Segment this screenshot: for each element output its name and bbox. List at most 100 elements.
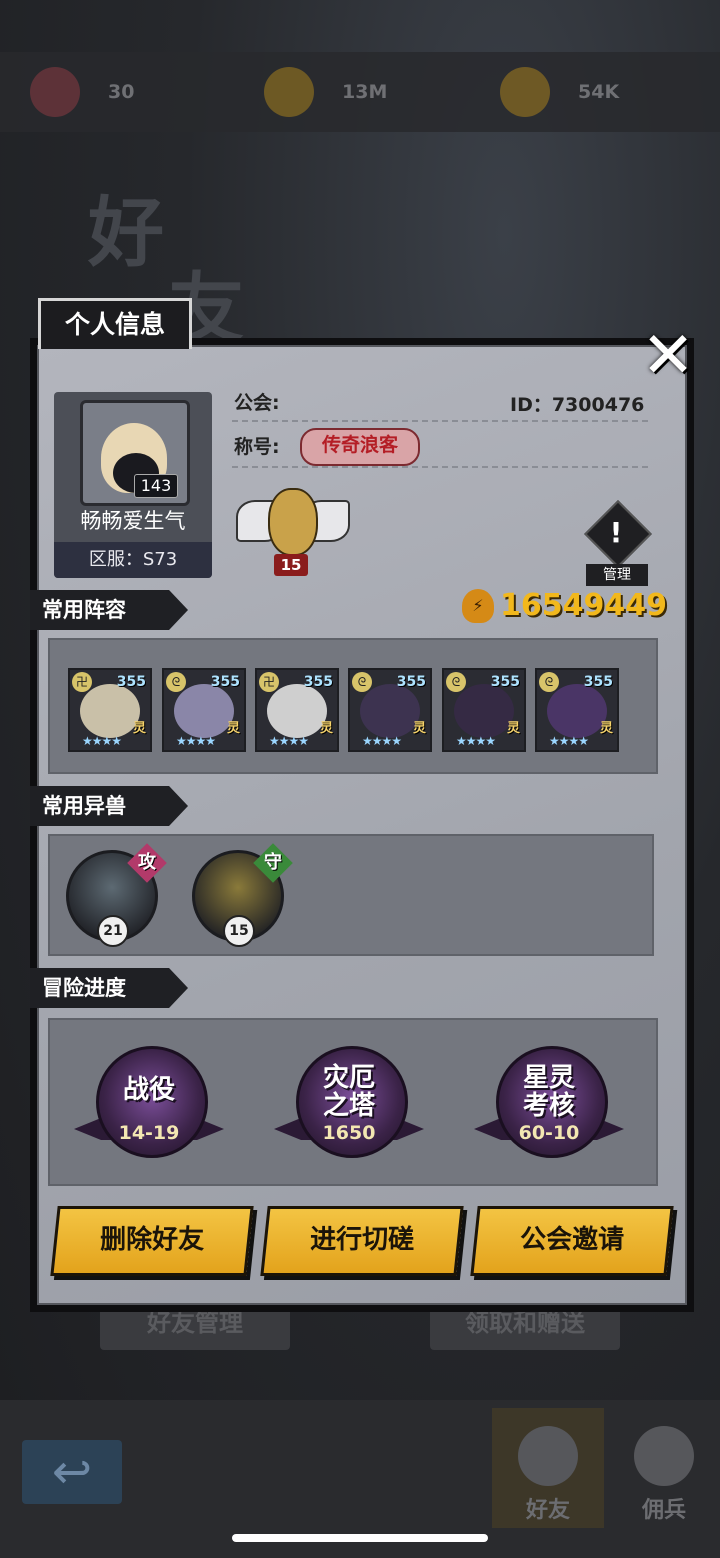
nav-tab-label: 佣兵 — [641, 1498, 686, 1523]
title-badge: 传奇浪客 — [300, 428, 420, 466]
hero-portrait — [454, 684, 514, 738]
hero-card[interactable]: ᘓ 355 灵 ★★★★ — [348, 668, 432, 752]
player-name: 畅畅爱生气 — [80, 509, 186, 533]
hero-stars: ★★★★ — [176, 734, 216, 748]
guild-invite-button[interactable]: 公会邀请 — [470, 1206, 674, 1276]
modal-tab-title: 个人信息 — [38, 298, 192, 349]
rank-emblem[interactable]: 15 — [236, 474, 350, 578]
element-icon: ᘓ — [352, 672, 372, 692]
people-icon — [634, 1426, 694, 1486]
hero-level: 355 — [210, 674, 240, 690]
adventure-progress-item[interactable]: 灾厄 之塔 1650 — [274, 1038, 424, 1158]
spar-button[interactable]: 进行切磋 — [260, 1206, 464, 1276]
hero-stars: ★★★★ — [549, 734, 589, 748]
power-value: 16549449 — [500, 588, 667, 623]
back-arrow-icon[interactable]: ↩ — [22, 1440, 122, 1504]
progress-value: 1650 — [322, 1122, 376, 1144]
crown-icon — [268, 488, 318, 556]
hero-level: 355 — [116, 674, 146, 690]
close-icon[interactable]: ✕ — [636, 324, 700, 390]
adventure-progress-item[interactable]: 战役 14-19 — [74, 1038, 224, 1158]
guild-label: 公会: — [234, 392, 280, 414]
progress-title: 星灵 考核 — [522, 1063, 575, 1121]
hero-spec: 灵 — [226, 721, 240, 736]
hero-stars: ★★★★ — [269, 734, 309, 748]
progress-title: 战役 — [122, 1075, 175, 1105]
beast-role-tag: 守 — [253, 843, 293, 883]
resource-value: 30 — [108, 81, 135, 103]
hero-portrait — [80, 684, 140, 738]
hero-spec: 灵 — [319, 721, 333, 736]
nav-tab-friends[interactable]: 好友 — [492, 1408, 604, 1528]
element-icon: 卍 — [259, 672, 279, 692]
element-icon: 卍 — [72, 672, 92, 692]
manage-label: 管理 — [586, 564, 648, 586]
resource-coins: 13M — [264, 66, 387, 118]
beast-card[interactable]: 攻 21 — [66, 843, 167, 947]
hero-level: 355 — [583, 674, 613, 690]
hero-stars: ★★★★ — [456, 734, 496, 748]
player-level-badge: 143 — [134, 474, 178, 498]
hero-level: 355 — [490, 674, 520, 690]
progress-title: 灾厄 之塔 — [322, 1063, 375, 1121]
hero-spec: 灵 — [132, 721, 146, 736]
beast-level: 21 — [97, 915, 129, 947]
beast-card[interactable]: 守 15 — [192, 843, 293, 947]
title-char: 好 — [88, 188, 164, 277]
section-lineup: 常用阵容 — [30, 590, 188, 630]
delete-friend-button[interactable]: 删除好友 — [50, 1206, 254, 1276]
handshake-icon — [518, 1426, 578, 1486]
element-icon: ᘓ — [539, 672, 559, 692]
adventure-progress-item[interactable]: 星灵 考核 60-10 — [474, 1038, 624, 1158]
title-label: 称号: — [234, 436, 280, 458]
element-icon: ᘓ — [166, 672, 186, 692]
resource-value: 54K — [578, 81, 620, 103]
coin-icon — [264, 67, 314, 117]
resource-value: 13M — [342, 81, 388, 103]
hero-portrait — [547, 684, 607, 738]
hero-card[interactable]: 卍 355 灵 ★★★★ — [255, 668, 339, 752]
button-label: 进行切磋 — [310, 1225, 415, 1255]
hero-stars: ★★★★ — [82, 734, 122, 748]
resource-keys: 54K — [500, 66, 619, 118]
beast-level: 15 — [223, 915, 255, 947]
hero-spec: 灵 — [506, 721, 520, 736]
key-icon — [500, 67, 550, 117]
hero-card[interactable]: ᘓ 355 灵 ★★★★ — [535, 668, 619, 752]
home-indicator[interactable] — [232, 1534, 488, 1542]
rank-level: 15 — [274, 554, 308, 576]
combat-power: ⚡ 16549449 — [462, 588, 667, 623]
hero-level: 355 — [396, 674, 426, 690]
progress-value: 60-10 — [518, 1122, 580, 1144]
resource-hearts: 30 — [30, 66, 134, 118]
section-beasts: 常用异兽 — [30, 786, 188, 826]
section-adventure: 冒险进度 — [30, 968, 188, 1008]
divider — [232, 466, 648, 468]
hero-spec: 灵 — [599, 721, 613, 736]
hero-card[interactable]: ᘓ 355 灵 ★★★★ — [442, 668, 526, 752]
button-label: 删除好友 — [100, 1225, 205, 1255]
power-icon: ⚡ — [462, 588, 494, 623]
hero-card[interactable]: 卍 355 灵 ★★★★ — [68, 668, 152, 752]
hero-portrait — [267, 684, 327, 738]
beast-role: 守 — [264, 852, 282, 873]
hero-level: 355 — [303, 674, 333, 690]
hero-portrait — [174, 684, 234, 738]
divider — [232, 420, 648, 422]
heart-icon — [30, 67, 80, 117]
hero-stars: ★★★★ — [362, 734, 402, 748]
hero-portrait — [360, 684, 420, 738]
manage-button[interactable]: ! 管理 — [580, 500, 652, 586]
hero-spec: 灵 — [412, 721, 426, 736]
element-icon: ᘓ — [446, 672, 466, 692]
manage-symbol: ! — [609, 516, 623, 549]
player-id: ID：7300476 — [510, 394, 645, 416]
beast-role-tag: 攻 — [127, 843, 167, 883]
beast-role: 攻 — [138, 852, 156, 873]
nav-tab-label: 好友 — [525, 1498, 570, 1523]
progress-value: 14-19 — [118, 1122, 180, 1144]
nav-tab-mercenary[interactable]: 佣兵 — [608, 1408, 720, 1528]
button-label: 公会邀请 — [520, 1225, 625, 1255]
hero-card[interactable]: ᘓ 355 灵 ★★★★ — [162, 668, 246, 752]
player-server: 区服：S73 — [54, 542, 212, 578]
